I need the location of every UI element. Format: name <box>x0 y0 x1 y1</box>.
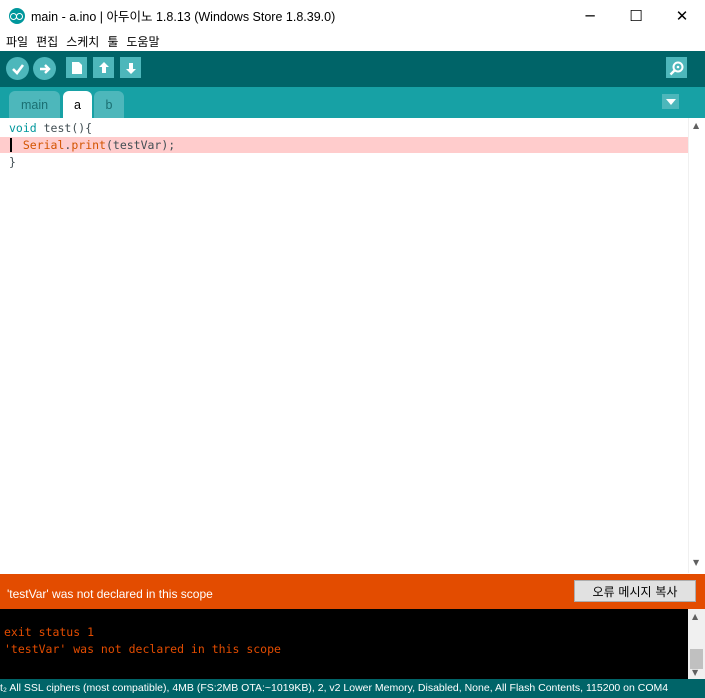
scroll-up-arrow-icon[interactable]: ▲ <box>693 121 699 130</box>
title-bar: main - a.ino | 아두이노 1.8.13 (Windows Stor… <box>0 0 705 31</box>
error-bar: 'testVar' was not declared in this scope… <box>0 574 705 609</box>
keyword-print: print <box>71 138 106 152</box>
tab-main[interactable]: main <box>9 91 60 118</box>
menu-help[interactable]: 도움말 <box>126 33 159 50</box>
arduino-logo-icon <box>9 7 25 24</box>
verify-button[interactable] <box>6 57 29 80</box>
code-line-1: void test(){ <box>9 120 92 136</box>
code-line-2: Serial.print(testVar); <box>9 137 175 153</box>
arrow-right-icon <box>39 63 51 74</box>
checkmark-icon <box>11 63 24 75</box>
console-output: ^ exit status 1 'testVar' was not declar… <box>0 603 688 679</box>
serial-monitor-button[interactable] <box>666 57 687 78</box>
magnifier-icon <box>669 61 683 75</box>
tab-a[interactable]: a <box>63 91 92 118</box>
open-arrow-up-icon <box>98 61 109 73</box>
code-text: (testVar); <box>105 138 176 152</box>
maximize-button[interactable]: ☐ <box>613 0 659 31</box>
console-scrollbar[interactable]: ▲ ▼ <box>688 609 705 679</box>
window-controls: ─ ☐ ✕ <box>567 0 705 31</box>
console-scroll-down-icon[interactable]: ▼ <box>692 668 698 677</box>
toolbar <box>0 51 705 87</box>
menu-file[interactable]: 파일 <box>6 33 28 50</box>
upload-button[interactable] <box>33 57 56 80</box>
editor-scrollbar[interactable]: ▲ ▼ <box>688 118 705 573</box>
save-sketch-button[interactable] <box>120 57 141 78</box>
console-line-error: 'testVar' was not declared in this scope <box>4 642 281 656</box>
menu-edit[interactable]: 편집 <box>36 33 58 50</box>
new-file-icon <box>71 61 82 74</box>
menu-bar: 파일 편집 스케치 툴 도움말 <box>0 31 705 51</box>
error-message: 'testVar' was not declared in this scope <box>7 587 213 601</box>
console-scroll-thumb[interactable] <box>690 649 703 669</box>
console-scroll-up-icon[interactable]: ▲ <box>692 612 698 621</box>
code-text: test(){ <box>36 121 93 135</box>
open-sketch-button[interactable] <box>93 57 114 78</box>
chevron-down-icon <box>665 98 676 105</box>
status-bar: t₂ All SSL ciphers (most compatible), 4M… <box>0 679 705 698</box>
menu-sketch[interactable]: 스케치 <box>66 33 99 50</box>
menu-tools[interactable]: 툴 <box>107 33 118 50</box>
tab-menu-button[interactable] <box>662 94 679 109</box>
close-button[interactable]: ✕ <box>659 0 705 31</box>
keyword-void: void <box>9 121 37 135</box>
keyword-serial: Serial <box>22 138 65 152</box>
console-line-exit-status: exit status 1 <box>4 625 95 639</box>
window-title: main - a.ino | 아두이노 1.8.13 (Windows Stor… <box>31 10 336 24</box>
tab-bar: main a b <box>0 87 705 118</box>
tab-b[interactable]: b <box>94 91 124 118</box>
save-arrow-down-icon <box>125 62 136 74</box>
minimize-button[interactable]: ─ <box>567 0 613 31</box>
code-line-3: } <box>9 155 16 169</box>
scroll-down-arrow-icon[interactable]: ▼ <box>693 558 699 567</box>
code-editor[interactable]: void test(){ Serial.print(testVar); } <box>0 118 688 573</box>
copy-error-button[interactable]: 오류 메시지 복사 <box>574 580 696 602</box>
new-sketch-button[interactable] <box>66 57 87 78</box>
console-caret-line: ^ <box>4 603 88 617</box>
